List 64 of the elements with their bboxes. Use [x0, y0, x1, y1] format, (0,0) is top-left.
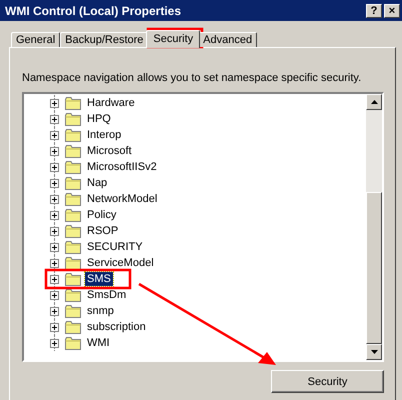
scroll-down-button[interactable]	[366, 344, 382, 360]
folder-icon	[65, 128, 81, 142]
folder-icon	[65, 160, 81, 174]
scrollbar[interactable]	[366, 94, 382, 360]
folder-icon	[65, 112, 81, 126]
close-button[interactable]: ×	[384, 4, 400, 18]
folder-icon	[65, 304, 81, 318]
folder-icon	[65, 176, 81, 190]
expand-icon[interactable]	[50, 226, 59, 236]
expand-icon[interactable]	[50, 146, 59, 156]
folder-icon	[65, 144, 81, 158]
expand-icon[interactable]	[50, 306, 59, 316]
folder-icon	[65, 96, 81, 110]
tree-item[interactable]: SmsDm	[85, 288, 128, 302]
folder-icon	[65, 336, 81, 350]
down-arrow-icon	[370, 350, 378, 354]
expand-icon[interactable]	[50, 178, 59, 188]
tab[interactable]: Security	[146, 30, 200, 48]
scroll-thumb[interactable]	[366, 192, 382, 344]
expand-icon[interactable]	[50, 290, 59, 300]
folder-icon	[65, 320, 81, 334]
tree-item[interactable]: MicrosoftIISv2	[85, 160, 159, 174]
window-title: WMI Control (Local) Properties	[5, 4, 182, 18]
tree-item[interactable]: Nap	[85, 176, 110, 190]
expand-icon[interactable]	[50, 274, 59, 284]
expand-icon[interactable]	[50, 98, 59, 108]
tree-item[interactable]: SMS	[85, 272, 113, 286]
tab[interactable]: General	[11, 32, 60, 47]
expand-icon[interactable]	[50, 322, 59, 332]
folder-icon	[65, 240, 81, 254]
security-button[interactable]: Security	[271, 370, 384, 393]
tree-item[interactable]: Policy	[85, 208, 118, 222]
tree-item[interactable]: SECURITY	[85, 240, 145, 254]
tree-item[interactable]: Hardware	[85, 96, 137, 110]
folder-icon	[65, 192, 81, 206]
expand-icon[interactable]	[50, 130, 59, 140]
folder-icon	[65, 256, 81, 270]
scroll-up-button[interactable]	[366, 94, 382, 110]
tree-item[interactable]: WMI	[85, 336, 112, 350]
expand-icon[interactable]	[50, 242, 59, 252]
expand-icon[interactable]	[50, 338, 59, 348]
tree-item[interactable]: HPQ	[85, 112, 113, 126]
highlight-frame	[146, 28, 204, 48]
tree-item[interactable]: ServiceModel	[85, 256, 156, 270]
tree-item[interactable]: NetworkModel	[85, 192, 160, 206]
expand-icon[interactable]	[50, 210, 59, 220]
expand-icon[interactable]	[50, 258, 59, 268]
tree-item[interactable]: subscription	[85, 320, 148, 334]
tree-item[interactable]: snmp	[85, 304, 116, 318]
tab[interactable]: Advanced	[198, 32, 258, 47]
folder-icon	[65, 208, 81, 222]
tab[interactable]: Backup/Restore	[60, 32, 148, 47]
description-text: Namespace navigation allows you to set namespace specific security.	[22, 72, 362, 84]
tree-item[interactable]: Interop	[85, 128, 124, 142]
help-button[interactable]: ?	[366, 4, 382, 18]
tree-item[interactable]: Microsoft	[85, 144, 134, 158]
expand-icon[interactable]	[50, 162, 59, 172]
folder-icon	[65, 224, 81, 238]
folder-icon	[65, 272, 81, 286]
expand-icon[interactable]	[50, 114, 59, 124]
up-arrow-icon	[370, 100, 378, 104]
expand-icon[interactable]	[50, 194, 59, 204]
tree-item[interactable]: RSOP	[85, 224, 120, 238]
folder-icon	[65, 288, 81, 302]
